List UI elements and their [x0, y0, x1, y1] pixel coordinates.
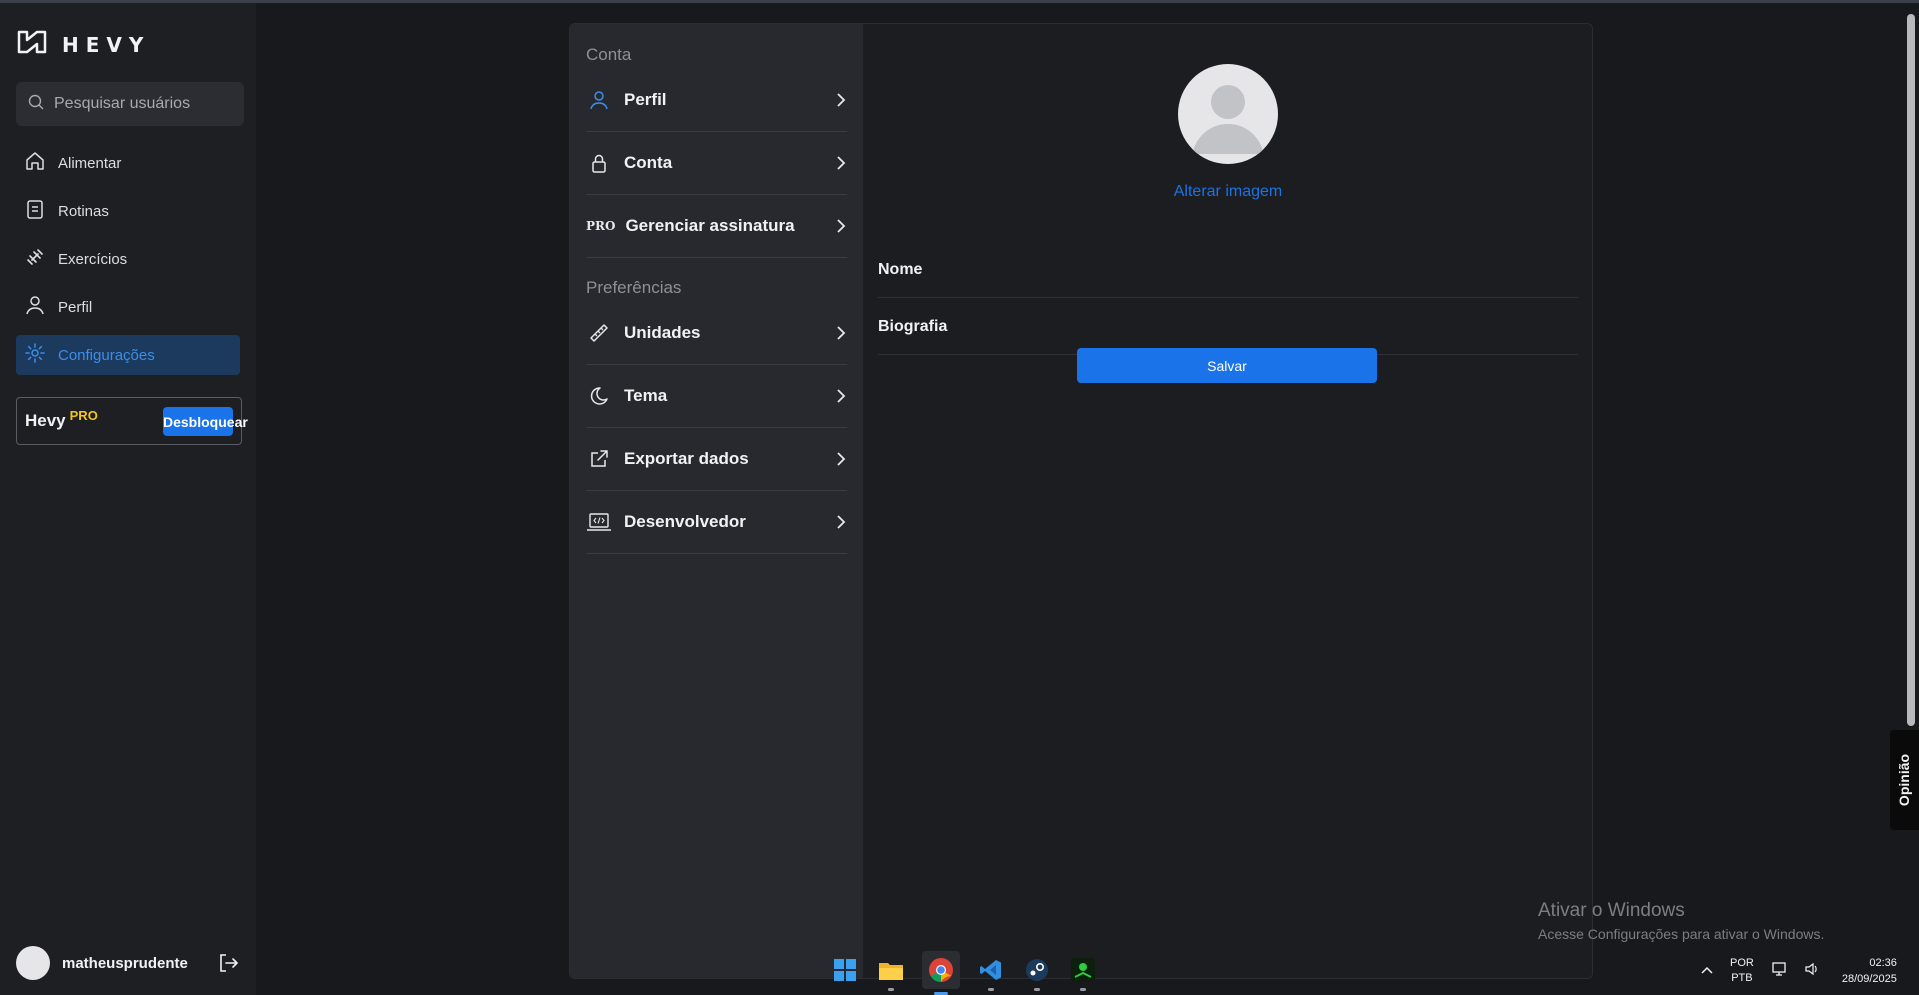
menu-label: Desenvolvedor	[624, 512, 746, 531]
game-app-icon[interactable]	[1068, 955, 1098, 991]
menu-item-unidades[interactable]: Unidades	[586, 302, 847, 365]
laptop-code-icon	[586, 509, 612, 535]
watermark-title: Ativar o Windows	[1538, 900, 1685, 921]
feedback-tab[interactable]: Opinião	[1890, 730, 1919, 830]
nav-item-rotinas[interactable]: Rotinas	[16, 191, 240, 231]
language-indicator[interactable]: POR PTB	[1730, 956, 1754, 986]
nav-item-alimentar[interactable]: Alimentar	[16, 143, 240, 183]
menu-item-desenvolvedor[interactable]: Desenvolvedor	[586, 491, 847, 554]
clock-date: 28/09/2025	[1841, 973, 1897, 985]
bio-label: Biografia	[878, 317, 948, 335]
user-footer: matheusprudente	[16, 943, 240, 983]
menu-item-conta[interactable]: Conta	[586, 132, 847, 195]
pro-badge: PRO	[69, 407, 98, 423]
gear-icon	[24, 342, 46, 368]
name-label: Nome	[878, 260, 923, 278]
windows-start-icon[interactable]	[830, 955, 860, 985]
nav-label: Exercícios	[58, 250, 128, 268]
profile-editor: Alterar imagem Nome Biografia Salvar	[863, 24, 1592, 978]
chevron-right-icon	[835, 450, 847, 473]
chevron-right-icon	[835, 217, 847, 240]
save-button[interactable]: Salvar	[1077, 348, 1377, 383]
chevron-up-icon[interactable]	[1700, 962, 1714, 980]
menu-label: Exportar dados	[624, 449, 749, 468]
volume-icon[interactable]	[1804, 961, 1820, 982]
system-tray: POR PTB 02:36 28/09/2025	[1700, 955, 1897, 987]
moon-icon	[586, 383, 612, 409]
nav-item-perfil[interactable]: Perfil	[16, 287, 240, 327]
chevron-right-icon	[835, 513, 847, 536]
clipboard-icon	[24, 198, 46, 224]
nav-label: Alimentar	[58, 154, 122, 172]
windows-activation-watermark: Ativar o Windows Acesse Configurações pa…	[1538, 900, 1824, 942]
window-top-border	[0, 0, 1919, 3]
menu-label: Unidades	[624, 323, 701, 342]
change-image-link[interactable]: Alterar imagem	[863, 183, 1592, 201]
logo[interactable]: HEVY	[16, 29, 150, 60]
home-icon	[24, 150, 46, 176]
file-explorer-icon[interactable]	[876, 955, 906, 991]
dumbbell-icon	[24, 246, 46, 272]
brand-name: HEVY	[62, 32, 151, 57]
section-heading-preferences: Preferências	[586, 278, 682, 297]
clock-time: 02:36	[1869, 957, 1897, 969]
menu-label: Perfil	[624, 90, 667, 109]
chevron-right-icon	[835, 387, 847, 410]
nav-label: Perfil	[58, 298, 93, 316]
network-icon[interactable]	[1770, 961, 1788, 982]
name-field[interactable]: Nome	[878, 242, 1578, 298]
lock-icon	[586, 150, 612, 176]
section-heading-account: Conta	[586, 45, 632, 64]
system-clock[interactable]: 02:36 28/09/2025	[1842, 955, 1897, 987]
vscode-icon[interactable]	[976, 955, 1006, 991]
sidebar: HEVY Alimentar Rotinas Exercícios	[0, 3, 256, 995]
logout-icon[interactable]	[216, 951, 240, 980]
feedback-label: Opinião	[1896, 753, 1913, 807]
menu-item-tema[interactable]: Tema	[586, 365, 847, 428]
menu-label: Gerenciar assinatura	[625, 216, 795, 235]
settings-menu: Conta Perfil Conta PRO Gerenciar assinat…	[570, 24, 863, 978]
hevy-logo-icon	[16, 29, 48, 60]
unlock-pro-button[interactable]: Desbloquear	[163, 407, 248, 436]
chrome-icon[interactable]	[922, 951, 960, 995]
search-input[interactable]	[54, 95, 234, 113]
chevron-right-icon	[835, 324, 847, 347]
watermark-subtitle: Acesse Configurações para ativar o Windo…	[1538, 926, 1825, 942]
settings-panel: Conta Perfil Conta PRO Gerenciar assinat…	[569, 23, 1593, 979]
external-link-icon	[586, 446, 612, 472]
user-icon	[24, 294, 46, 320]
page-scrollbar[interactable]	[1907, 14, 1915, 726]
username[interactable]: matheusprudente	[62, 955, 188, 972]
language-code: POR	[1730, 957, 1754, 969]
user-icon	[586, 87, 612, 113]
nav-item-exercicios[interactable]: Exercícios	[16, 239, 240, 279]
bio-field[interactable]: Biografia	[878, 299, 1578, 355]
ruler-icon	[586, 320, 612, 346]
taskbar-apps	[830, 950, 1098, 995]
nav-label: Configurações	[58, 346, 155, 364]
menu-item-gerenciar-assinatura[interactable]: PRO Gerenciar assinatura	[586, 195, 847, 258]
pro-brand: Hevy	[25, 411, 66, 430]
chevron-right-icon	[835, 91, 847, 114]
search-box[interactable]	[16, 82, 244, 126]
keyboard-layout: PTB	[1731, 972, 1753, 984]
menu-item-exportar-dados[interactable]: Exportar dados	[586, 428, 847, 491]
main-nav: Alimentar Rotinas Exercícios Perfil Conf…	[16, 143, 240, 383]
menu-item-perfil[interactable]: Perfil	[586, 69, 847, 132]
menu-label: Conta	[624, 153, 673, 172]
chevron-right-icon	[835, 154, 847, 177]
search-icon	[28, 94, 44, 115]
avatar[interactable]	[16, 946, 50, 980]
pro-upsell-card: Hevy PRO Desbloquear	[16, 397, 248, 445]
pro-text-icon: PRO	[586, 219, 616, 233]
menu-label: Tema	[624, 386, 668, 405]
profile-avatar[interactable]	[1178, 64, 1278, 164]
steam-icon[interactable]	[1022, 955, 1052, 991]
nav-label: Rotinas	[58, 202, 109, 220]
nav-item-configuracoes[interactable]: Configurações	[16, 335, 240, 375]
